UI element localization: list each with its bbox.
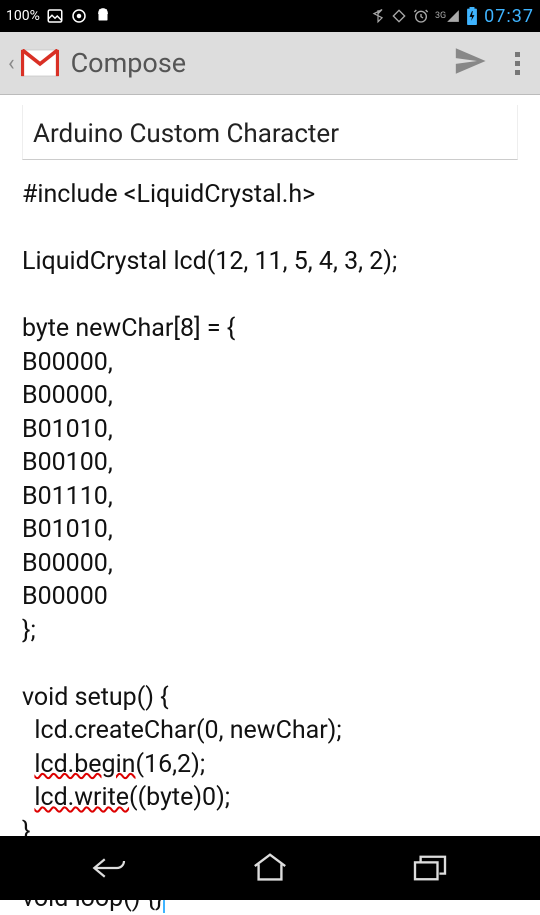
body-field[interactable]: #include <LiquidCrystal.h> LiquidCrystal… bbox=[22, 178, 518, 915]
network-label: 3G bbox=[435, 11, 446, 21]
app-title: Compose bbox=[71, 47, 186, 79]
app-bar-left[interactable]: ‹ Compose bbox=[8, 47, 186, 79]
target-icon bbox=[70, 7, 88, 25]
clock: 07:37 bbox=[484, 6, 534, 27]
nav-back-button[interactable] bbox=[70, 848, 150, 888]
battery-icon bbox=[466, 7, 478, 25]
spellcheck-underline: lcd.begin bbox=[34, 750, 135, 779]
alarm-icon bbox=[413, 8, 429, 24]
app-bar-right bbox=[453, 44, 532, 82]
nav-bar bbox=[0, 836, 540, 900]
status-right: 3G 07:37 bbox=[371, 6, 534, 27]
more-icon[interactable] bbox=[515, 52, 520, 75]
back-chevron-icon[interactable]: ‹ bbox=[8, 51, 15, 76]
android-icon bbox=[94, 7, 112, 25]
subject-field[interactable]: Arduino Custom Character bbox=[22, 105, 518, 160]
send-icon[interactable] bbox=[453, 44, 487, 82]
nav-home-button[interactable] bbox=[230, 848, 310, 888]
status-bar: 100% 3G 07:37 bbox=[0, 0, 540, 32]
gmail-icon[interactable] bbox=[21, 49, 59, 77]
network-icon: 3G bbox=[435, 9, 460, 23]
image-icon bbox=[46, 7, 64, 25]
spellcheck-underline: lcd.write bbox=[34, 783, 129, 812]
battery-percentage: 100% bbox=[6, 8, 40, 24]
nav-recent-button[interactable] bbox=[390, 848, 470, 888]
app-bar: ‹ Compose bbox=[0, 32, 540, 95]
bluetooth-icon bbox=[371, 7, 385, 25]
status-left: 100% bbox=[6, 7, 112, 25]
rotate-icon bbox=[391, 8, 407, 24]
compose-content: Arduino Custom Character #include <Liqui… bbox=[0, 95, 540, 915]
